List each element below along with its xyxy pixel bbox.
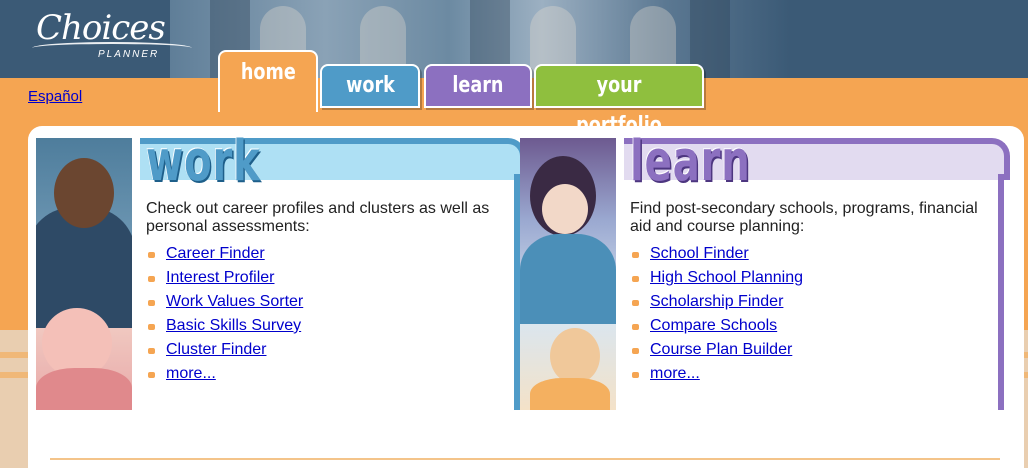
bullet-icon xyxy=(148,348,155,354)
bullet-icon xyxy=(148,300,155,306)
list-item: Compare Schools xyxy=(630,314,803,338)
compare-schools-link[interactable]: Compare Schools xyxy=(650,317,777,334)
learn-title: learn xyxy=(630,129,751,194)
footer-divider xyxy=(50,458,1000,460)
bullet-icon xyxy=(148,372,155,378)
bullet-icon xyxy=(148,252,155,258)
bullet-icon xyxy=(632,276,639,282)
learn-more-link[interactable]: more... xyxy=(650,365,700,382)
work-more-link[interactable]: more... xyxy=(166,365,216,382)
bullet-icon xyxy=(632,300,639,306)
work-title: work xyxy=(146,129,261,194)
high-school-planning-link[interactable]: High School Planning xyxy=(650,269,803,286)
work-link-list: Career Finder Interest Profiler Work Val… xyxy=(146,242,303,386)
work-panel: work Check out career profiles and clust… xyxy=(36,132,526,410)
list-item: High School Planning xyxy=(630,266,803,290)
work-illustration xyxy=(36,138,132,410)
logo-subtext: PLANNER xyxy=(98,49,160,60)
tab-home[interactable]: home xyxy=(218,50,318,112)
bullet-icon xyxy=(632,252,639,258)
basic-skills-survey-link[interactable]: Basic Skills Survey xyxy=(166,317,301,334)
bullet-icon xyxy=(632,372,639,378)
bullet-icon xyxy=(632,348,639,354)
list-item: Basic Skills Survey xyxy=(146,314,303,338)
tab-work-label: work xyxy=(345,73,395,98)
tab-learn-label: learn xyxy=(452,73,504,98)
list-item: Interest Profiler xyxy=(146,266,303,290)
bullet-icon xyxy=(148,324,155,330)
course-plan-builder-link[interactable]: Course Plan Builder xyxy=(650,341,792,358)
work-description: Check out career profiles and clusters a… xyxy=(146,200,490,235)
learn-description: Find post-secondary schools, programs, f… xyxy=(630,200,978,235)
learn-panel: learn Find post-secondary schools, progr… xyxy=(520,132,1010,410)
tab-learn[interactable]: learn xyxy=(424,64,532,108)
tab-home-label: home xyxy=(240,60,296,85)
scholarship-finder-link[interactable]: Scholarship Finder xyxy=(650,293,783,310)
learn-link-list: School Finder High School Planning Schol… xyxy=(630,242,803,386)
bullet-icon xyxy=(148,276,155,282)
learn-illustration xyxy=(520,138,616,410)
work-values-sorter-link[interactable]: Work Values Sorter xyxy=(166,293,303,310)
career-finder-link[interactable]: Career Finder xyxy=(166,245,265,262)
interest-profiler-link[interactable]: Interest Profiler xyxy=(166,269,274,286)
list-item: Course Plan Builder xyxy=(630,338,803,362)
language-link-espanol[interactable]: Español xyxy=(28,88,82,105)
list-item: Career Finder xyxy=(146,242,303,266)
tab-your-portfolio[interactable]: your portfolio xyxy=(534,64,704,138)
choices-planner-logo[interactable]: Choices PLANNER xyxy=(32,8,192,64)
cluster-finder-link[interactable]: Cluster Finder xyxy=(166,341,266,358)
tab-work[interactable]: work xyxy=(320,64,420,108)
list-item: Work Values Sorter xyxy=(146,290,303,314)
list-item: Cluster Finder xyxy=(146,338,303,362)
list-item: more... xyxy=(630,362,803,386)
list-item: Scholarship Finder xyxy=(630,290,803,314)
school-finder-link[interactable]: School Finder xyxy=(650,245,749,262)
bullet-icon xyxy=(632,324,639,330)
list-item: more... xyxy=(146,362,303,386)
list-item: School Finder xyxy=(630,242,803,266)
